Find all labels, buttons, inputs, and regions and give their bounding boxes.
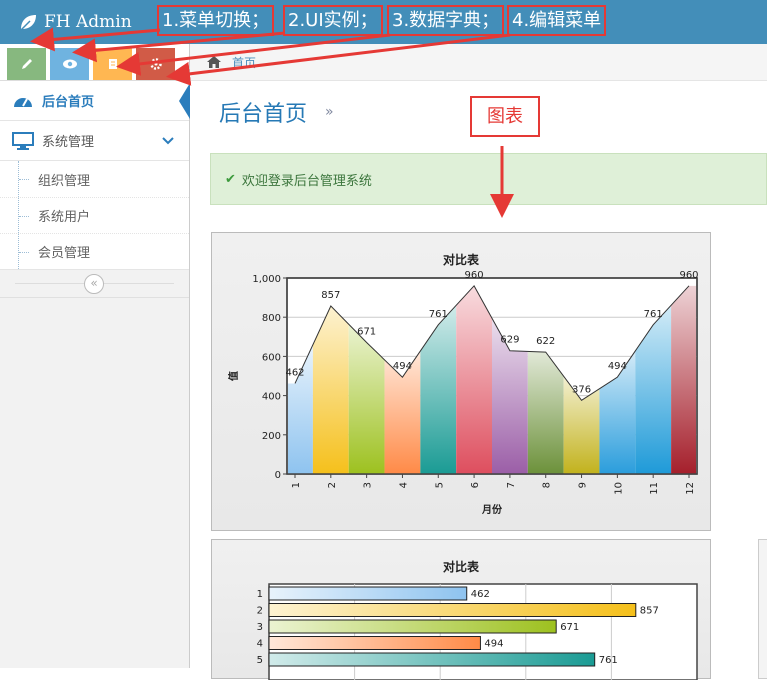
y-tick-label: 1,000: [252, 274, 281, 285]
data-label: 494: [608, 361, 627, 372]
bar-chart: 462 1 857 2 671 3 494 4 761 5: [257, 583, 698, 680]
data-label: 376: [572, 384, 591, 395]
y-tick-label: 800: [262, 313, 281, 324]
x-tick-label: 10: [613, 482, 624, 495]
data-label: 761: [599, 655, 618, 666]
y-tick-label: 5: [257, 655, 263, 666]
x-tick-label: 4: [398, 482, 409, 488]
data-label: 629: [500, 335, 519, 346]
data-label: 462: [471, 589, 490, 600]
y-tick-label: 4: [257, 639, 263, 650]
area-segment: [456, 285, 492, 474]
data-label: 671: [357, 326, 376, 337]
area-segment: [671, 285, 696, 474]
x-tick-label: 1: [291, 482, 302, 488]
x-tick-label: 7: [506, 482, 517, 488]
data-label: 960: [465, 270, 484, 281]
x-tick-label: 3: [363, 482, 374, 488]
y-tick-label: 0: [275, 470, 281, 481]
y-tick-label: 200: [262, 431, 281, 442]
x-tick-label: 2: [327, 482, 338, 488]
data-label: 494: [393, 361, 412, 372]
bar: [268, 586, 468, 601]
data-label: 761: [429, 309, 448, 320]
next-chart-panel: [758, 539, 767, 679]
data-label: 462: [285, 367, 304, 378]
x-tick-label: 5: [434, 482, 445, 488]
arrow: [116, 33, 391, 76]
bar: [268, 636, 481, 650]
y-tick-label: 400: [262, 392, 281, 403]
bar: [268, 619, 557, 634]
y-tick-label: 1: [257, 589, 263, 600]
area-chart: 02004006008001,0004621857267134944761596…: [227, 270, 699, 516]
data-label: 671: [560, 622, 579, 633]
data-label: 857: [321, 290, 340, 301]
bar: [268, 652, 596, 667]
data-label: 857: [640, 606, 659, 617]
x-tick-label: 11: [649, 482, 660, 495]
data-label: 960: [679, 270, 698, 281]
bar: [268, 603, 637, 617]
y-axis-label: 值: [227, 371, 240, 381]
x-axis-label: 月份: [481, 503, 503, 516]
y-tick-label: 600: [262, 352, 281, 363]
x-tick-label: 12: [685, 482, 696, 495]
y-tick-label: 3: [257, 622, 263, 633]
data-label: 622: [536, 336, 555, 347]
data-label: 761: [644, 309, 663, 320]
x-tick-label: 9: [578, 482, 589, 488]
x-tick-label: 8: [542, 482, 553, 488]
arrow: [30, 27, 161, 52]
y-tick-label: 2: [257, 606, 263, 617]
bar-chart-panel: 对比表 462 1 857 2 671 3 494 4 761 5: [211, 539, 711, 680]
x-tick-label: 6: [470, 482, 481, 488]
area-chart-panel: 对比表 0 200 400 600 800 1,000 462 1 857 2 671 3 494 4 76…: [211, 232, 711, 531]
data-label: 494: [484, 639, 503, 650]
